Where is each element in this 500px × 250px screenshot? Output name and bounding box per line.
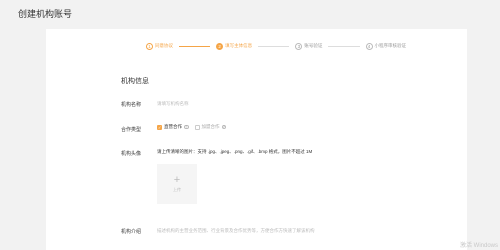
step-agreement: 1 同意协议	[146, 42, 173, 50]
help-icon[interactable]: ?	[221, 124, 226, 130]
check-icon[interactable]: ✓	[157, 124, 162, 130]
org-intro-input[interactable]	[154, 225, 374, 236]
step-label: 小程序审核验证	[374, 43, 407, 48]
page-title: 创建机构账号	[18, 9, 73, 19]
step-connector	[179, 45, 211, 47]
step-connector	[328, 45, 360, 47]
org-name-label: 机构名称	[121, 102, 142, 108]
section-title: 机构信息	[121, 78, 149, 85]
coop-type-label: 合作类型	[121, 127, 142, 133]
step-connector	[258, 45, 290, 47]
step-number: 1	[146, 42, 153, 50]
help-icon[interactable]: ?	[184, 124, 189, 130]
windows-activation-watermark: 激活 Windows	[459, 243, 498, 249]
avatar-label: 机构头像	[121, 151, 142, 157]
step-number: 3	[295, 42, 303, 50]
upload-label: 上传	[173, 186, 181, 192]
step-label: 同意协议	[155, 43, 173, 48]
step-miniapp-review: 4 小程序审核验证	[365, 42, 407, 50]
step-account-verify: 3 账号验证	[295, 42, 323, 50]
step-label: 填写主体信息	[225, 43, 253, 48]
step-label: 账号验证	[304, 43, 323, 48]
plus-icon: +	[173, 173, 181, 186]
step-entity-info: 2 填写主体信息	[216, 42, 253, 50]
org-name-input[interactable]	[154, 98, 294, 109]
upload-hint: 请上传清晰的图片：支持 .jpg、.jpeg、.png、.gif、.bmp 格式…	[157, 149, 313, 154]
option-label: 加盟合作	[201, 124, 220, 129]
upload-button[interactable]: + 上传	[157, 164, 197, 204]
step-number: 2	[216, 42, 224, 50]
progress-steps: 1 同意协议 2 填写主体信息 3 账号验证 4 小程序审核验证	[146, 40, 406, 52]
checkbox-icon[interactable]	[194, 124, 200, 130]
option-label: 直营合作	[164, 124, 182, 129]
coop-option-direct[interactable]: ✓ 直营合作 ?	[157, 124, 189, 130]
org-intro-label: 机构介绍	[121, 229, 142, 235]
step-number: 4	[365, 42, 373, 50]
form-panel: 1 同意协议 2 填写主体信息 3 账号验证 4 小程序审核验证 机构信息 机构…	[46, 29, 467, 250]
coop-type-options: ✓ 直营合作 ? 加盟合作 ?	[157, 124, 226, 130]
coop-option-franchise[interactable]: 加盟合作 ?	[194, 124, 226, 130]
